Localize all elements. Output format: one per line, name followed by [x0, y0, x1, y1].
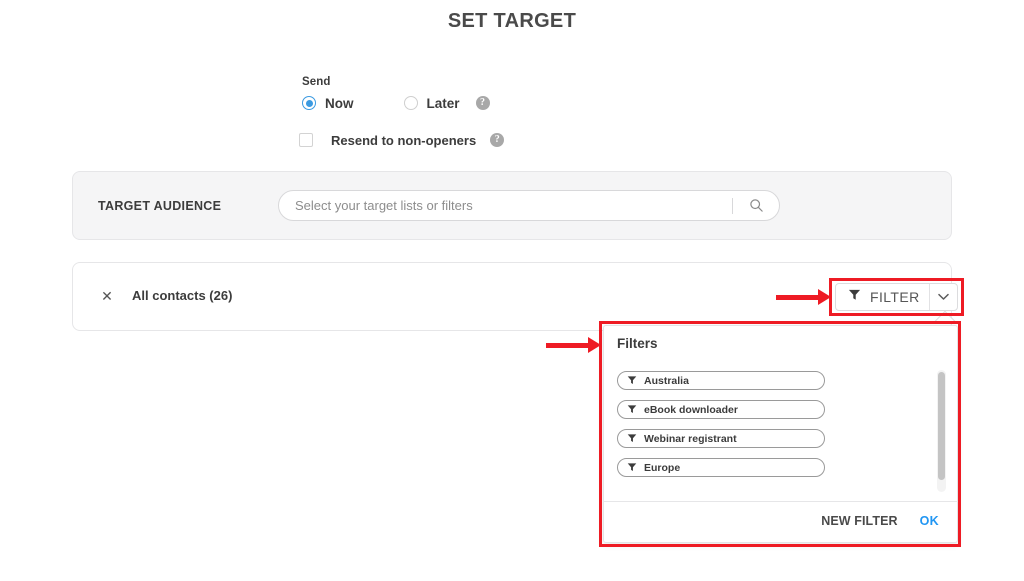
radio-later-label: Later [426, 95, 460, 111]
close-x-icon[interactable]: ✕ [100, 289, 114, 303]
funnel-icon [848, 288, 861, 306]
target-audience-label: TARGET AUDIENCE [98, 198, 222, 213]
target-search-input[interactable] [279, 191, 732, 220]
target-search-pill[interactable] [278, 190, 780, 221]
chevron-down-icon [938, 288, 949, 306]
filter-chip-ebook-downloader[interactable]: eBook downloader [617, 400, 825, 419]
resend-checkbox[interactable] [299, 133, 313, 147]
arrow-head [588, 337, 601, 353]
filter-chip-australia[interactable]: Australia [617, 371, 825, 390]
arrow-to-filters-popup [546, 336, 602, 354]
radio-now-indicator[interactable] [302, 96, 316, 110]
radio-later-indicator[interactable] [403, 96, 418, 110]
radio-option-later[interactable]: Later [403, 95, 460, 111]
filter-chip-label: Australia [644, 374, 689, 387]
filters-scrollbar-thumb[interactable] [938, 372, 945, 480]
filters-list: Australia eBook downloader Webinar regis… [604, 371, 959, 491]
radio-now-label: Now [325, 95, 354, 111]
radio-option-now[interactable]: Now [302, 96, 354, 111]
search-icon [749, 198, 764, 213]
target-audience-card: TARGET AUDIENCE [72, 171, 952, 240]
set-target-page: SET TARGET Send Now Later ? Resend to no… [0, 0, 1024, 581]
arrow-shaft [546, 342, 590, 348]
funnel-icon [627, 459, 637, 477]
filter-chip-label: Europe [644, 461, 681, 474]
help-circle-icon[interactable]: ? [475, 96, 490, 110]
popup-footer-divider [604, 501, 959, 502]
search-button[interactable] [733, 191, 779, 220]
resend-to-non-openers-row[interactable]: Resend to non-openers ? [299, 131, 505, 149]
filter-chip-label: eBook downloader [644, 403, 738, 416]
selected-audience-card: ✕ All contacts (26) [72, 262, 952, 331]
funnel-icon [627, 401, 637, 419]
audience-name-label: All contacts (26) [132, 288, 233, 303]
audience-chip-row: ✕ All contacts (26) [100, 288, 232, 303]
popup-caret-icon [934, 310, 956, 322]
filter-button-main[interactable]: FILTER [836, 284, 929, 310]
help-circle-icon[interactable]: ? [490, 133, 505, 147]
filter-chip-label: Webinar registrant [644, 432, 737, 445]
filters-scrollbar-track[interactable] [937, 370, 946, 492]
filters-popup: Filters Australia eBook downloader Webin… [603, 325, 959, 543]
filter-button[interactable]: FILTER [835, 283, 958, 311]
send-radio-row: Now Later ? [302, 93, 490, 113]
send-label: Send [302, 76, 331, 88]
new-filter-button[interactable]: NEW FILTER [821, 514, 897, 528]
filters-popup-footer: NEW FILTER OK [821, 514, 939, 528]
funnel-icon [627, 430, 637, 448]
filter-dropdown-toggle[interactable] [930, 284, 957, 310]
resend-label: Resend to non-openers [331, 132, 477, 148]
page-title: SET TARGET [447, 10, 577, 32]
filters-popup-title: Filters [617, 336, 658, 351]
send-options-group: Send Now Later ? [302, 76, 490, 113]
filter-chip-webinar-registrant[interactable]: Webinar registrant [617, 429, 825, 448]
funnel-icon [627, 372, 637, 390]
ok-button[interactable]: OK [920, 514, 939, 528]
filter-button-label: FILTER [870, 289, 920, 305]
filter-chip-europe[interactable]: Europe [617, 458, 825, 477]
